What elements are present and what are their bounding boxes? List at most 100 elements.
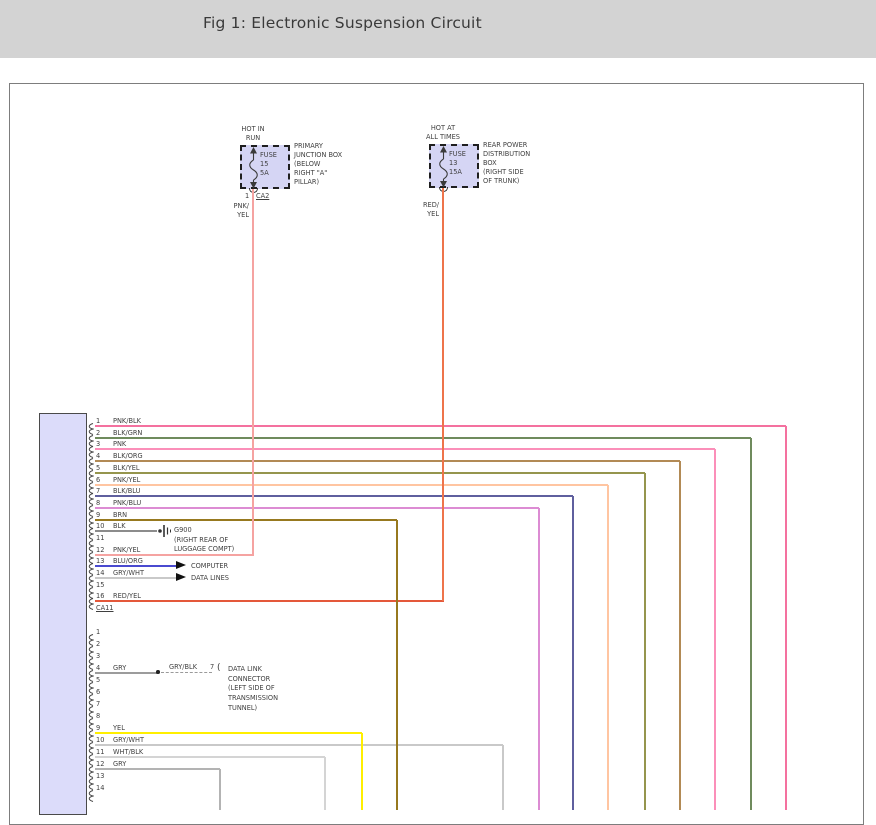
pin-number: 12 <box>96 760 104 768</box>
pin-number: 15 <box>96 581 104 589</box>
fuse-name-label: FUSE 15 5A <box>260 151 277 178</box>
pin-number: 10 <box>96 736 104 744</box>
wire-blk-blu <box>95 495 573 497</box>
wire-blk-org <box>95 460 680 462</box>
wire-gry-wht <box>95 744 503 746</box>
dlc-wire-label: GRY/BLK <box>169 663 197 671</box>
ground-icon <box>157 523 174 543</box>
wire-gry <box>95 672 158 674</box>
wire-name-label: GRY/WHT <box>113 569 144 577</box>
ground-desc-line: LUGGAGE COMPT) <box>174 545 234 553</box>
wire-name-label: BRN <box>113 511 127 519</box>
wire-brn <box>396 520 398 810</box>
arrow-note-label: COMPUTER <box>191 562 228 570</box>
wire-name-label: PNK <box>113 440 126 448</box>
pin-number: 4 <box>96 452 100 460</box>
wire-name-label: BLK <box>113 522 126 530</box>
dlc-pin-number: 7 <box>210 663 214 671</box>
wire-name-label: WHT/BLK <box>113 748 143 756</box>
wire-red-yel <box>95 600 444 602</box>
pin-number: 12 <box>96 546 104 554</box>
wire-blu-org <box>95 565 176 567</box>
pin-number: 8 <box>96 499 100 507</box>
wire-pnk-blu <box>95 507 539 509</box>
pin-number: 5 <box>96 464 100 472</box>
pin-terminal-icon <box>86 787 94 806</box>
wire-pnk <box>95 448 715 450</box>
wire-brn <box>95 519 397 521</box>
wire-blk-grn <box>95 437 751 439</box>
pin-number: 14 <box>96 784 104 792</box>
pin-number: 9 <box>96 511 100 519</box>
pin-number: 6 <box>96 476 100 484</box>
wire-yel <box>95 732 362 734</box>
wire-pnk <box>714 449 716 810</box>
pin-number: 13 <box>96 772 104 780</box>
wire-name-label: BLK/GRN <box>113 429 142 437</box>
hot-label: HOT IN RUN <box>213 125 293 143</box>
wire-name-label: BLK/ORG <box>113 452 143 460</box>
wire-name-label: GRY/WHT <box>113 736 144 744</box>
pin-number: 11 <box>96 748 104 756</box>
fuse-connector-id: CA2 <box>256 192 269 200</box>
wire-name-label: GRY <box>113 760 126 768</box>
wire-gry-wht <box>95 577 176 579</box>
arrow-icon <box>176 573 186 581</box>
dlc-terminal-icon: ( <box>217 664 221 672</box>
fuse-side-label: REAR POWER DISTRIBUTION BOX (RIGHT SIDE … <box>483 141 530 186</box>
connector-id-label: CA11 <box>96 604 114 612</box>
wire-blk-blu <box>572 496 574 810</box>
pin-number: 9 <box>96 724 100 732</box>
wire-pnk-yel <box>95 484 608 486</box>
wire-name-label: RED/YEL <box>113 592 141 600</box>
pin-number: 8 <box>96 712 100 720</box>
pin-number: 6 <box>96 688 100 696</box>
dlc-desc-line: TRANSMISSION <box>228 694 278 702</box>
pin-number: 2 <box>96 429 100 437</box>
pin-number: 14 <box>96 569 104 577</box>
fuse-symbol-icon <box>438 146 449 192</box>
dlc-desc-line: (LEFT SIDE OF <box>228 684 275 692</box>
dlc-desc-line: TUNNEL) <box>228 704 257 712</box>
pin-number: 2 <box>96 640 100 648</box>
wire-pnk-blk <box>95 425 786 427</box>
pin-number: 1 <box>96 628 100 636</box>
ground-id-label: G900 <box>174 526 192 534</box>
fuse-symbol-icon <box>248 147 259 193</box>
pin-number: 1 <box>96 417 100 425</box>
arrow-icon <box>176 561 186 569</box>
arrow-note-label: DATA LINES <box>191 574 229 582</box>
pin-terminal-icon <box>86 595 94 614</box>
fuse-pin-number: 1 <box>245 192 249 200</box>
junction-dot-icon <box>156 670 160 674</box>
wire-pnk-yel <box>607 485 609 810</box>
pin-number: 10 <box>96 522 104 530</box>
pin-number: 13 <box>96 557 104 565</box>
pin-number: 11 <box>96 534 104 542</box>
pin-number: 16 <box>96 592 104 600</box>
wiring-layer: 1PNK/BLK2BLK/GRN3PNK4BLK/ORG5BLK/YEL6PNK… <box>0 0 876 809</box>
fuse-wire-label: PNK/ YEL <box>217 202 249 220</box>
wire-blk <box>95 530 157 532</box>
wire-gry <box>219 769 221 810</box>
wire-name-label: PNK/YEL <box>113 546 140 554</box>
ground-desc-line: (RIGHT REAR OF <box>174 536 228 544</box>
dashed-wire-segment <box>161 672 212 673</box>
fuse-side-label: PRIMARY JUNCTION BOX (BELOW RIGHT "A" PI… <box>294 142 342 187</box>
wire-blk-yel <box>95 472 645 474</box>
wire-pnk-yel <box>95 554 254 556</box>
pin-number: 5 <box>96 676 100 684</box>
wire-name-label: BLU/ORG <box>113 557 143 565</box>
wire-wht-blk <box>95 756 325 758</box>
hot-label: HOT AT ALL TIMES <box>403 124 483 142</box>
wire-name-label: PNK/YEL <box>113 476 140 484</box>
wire-pnk-yel <box>252 189 254 555</box>
wire-name-label: BLK/BLU <box>113 487 140 495</box>
wire-gry-wht <box>502 745 504 810</box>
wire-blk-grn <box>750 438 752 810</box>
wire-blk-yel <box>644 473 646 810</box>
wire-name-label: PNK/BLU <box>113 499 141 507</box>
dlc-desc-line: DATA LINK <box>228 665 262 673</box>
wire-wht-blk <box>324 757 326 810</box>
wire-gry <box>95 768 220 770</box>
